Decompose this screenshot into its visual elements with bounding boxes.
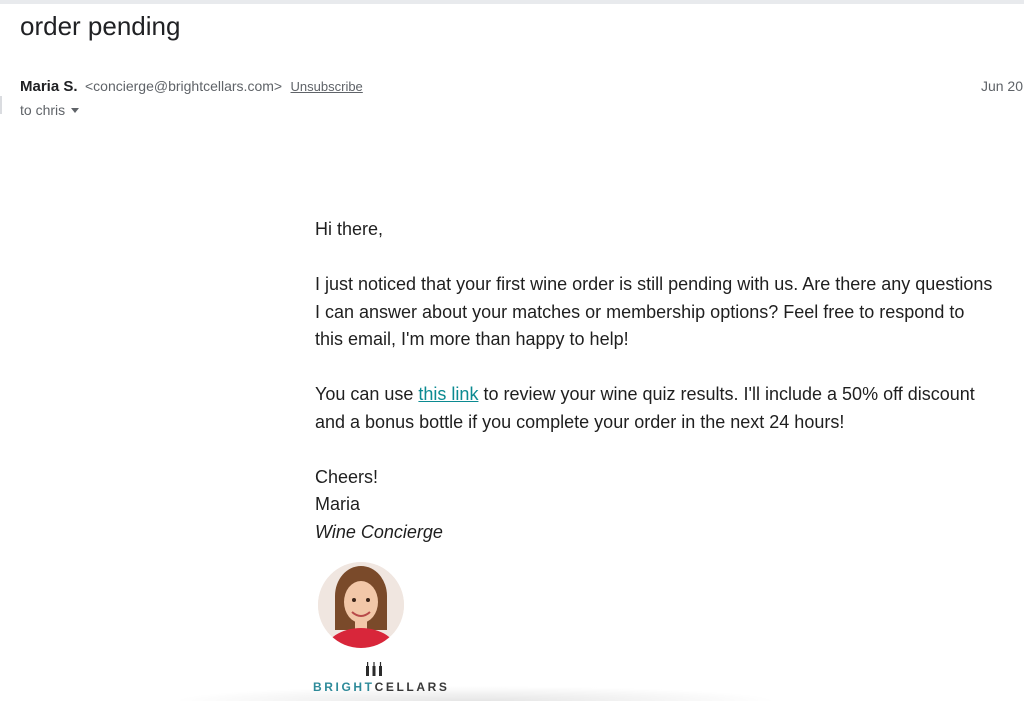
recipient-label: to chris	[20, 102, 66, 118]
wine-bottles-icon	[366, 662, 382, 676]
email-subject: order pending	[20, 11, 181, 41]
body-paragraph-2: You can use this link to review your win…	[315, 381, 995, 436]
quiz-results-link[interactable]: this link	[418, 384, 478, 404]
sender-row: Maria S. <concierge@brightcellars.com> U…	[20, 76, 363, 97]
avatar-portrait-icon	[318, 562, 404, 648]
bottom-shadow	[170, 686, 780, 701]
recipient-details-toggle[interactable]: to chris	[20, 100, 80, 120]
signature-title: Wine Concierge	[315, 521, 443, 542]
signoff: Cheers!	[315, 466, 379, 487]
unsubscribe-link[interactable]: Unsubscribe	[291, 79, 363, 94]
body-paragraph-1: I just noticed that your first wine orde…	[315, 274, 993, 349]
caret-down-icon[interactable]	[71, 108, 80, 113]
paragraph-2-lead: You can use	[315, 384, 419, 404]
sender-name[interactable]: Maria S.	[20, 78, 78, 95]
avatar	[318, 562, 404, 648]
top-divider	[0, 0, 1024, 4]
email-body: Hi there, I just noticed that your first…	[315, 216, 995, 546]
email-date[interactable]: Jun 20	[981, 76, 1023, 96]
greeting: Hi there,	[315, 219, 384, 239]
sender-email: <concierge@brightcellars.com>	[84, 78, 283, 94]
left-edge-marker	[0, 96, 2, 114]
signature-name: Maria	[315, 494, 361, 514]
